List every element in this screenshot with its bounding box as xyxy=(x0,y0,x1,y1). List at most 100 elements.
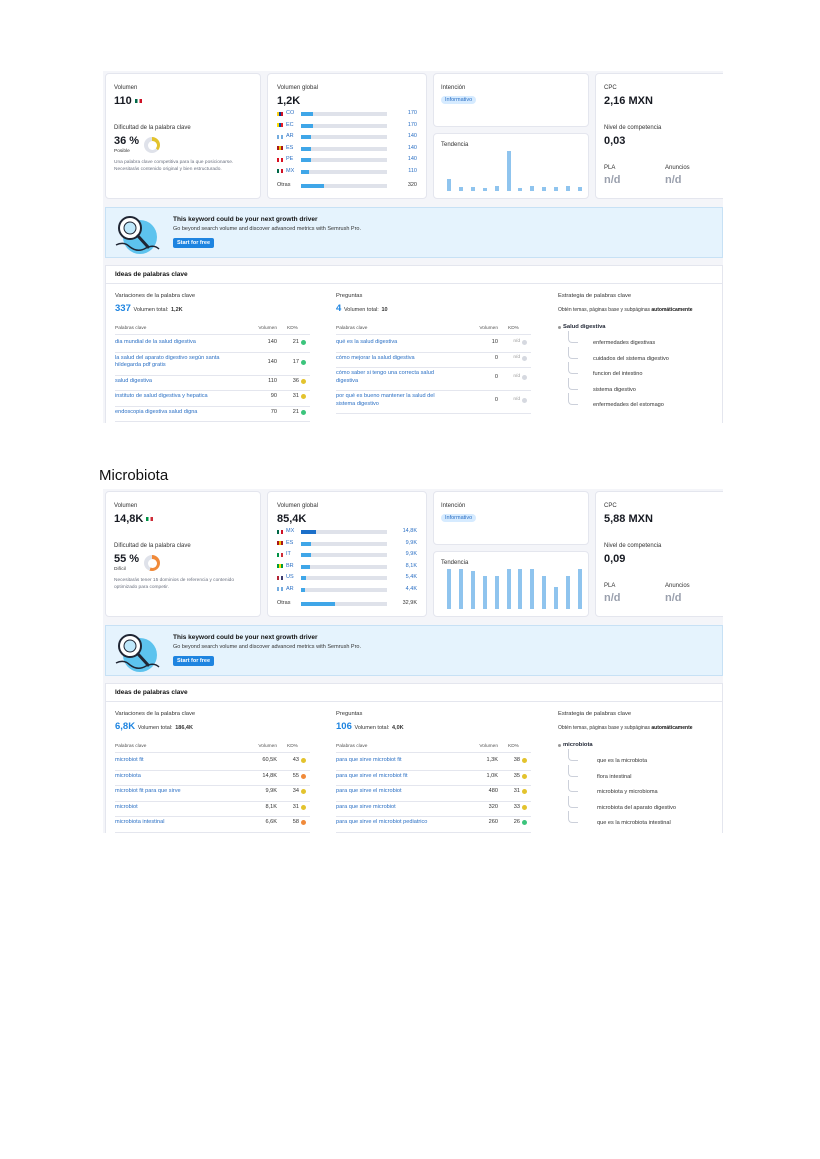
column-header-kd[interactable]: KD% xyxy=(287,744,298,749)
country-code[interactable]: ES xyxy=(286,540,293,546)
country-code[interactable]: AR xyxy=(286,133,294,139)
divider xyxy=(115,785,310,786)
country-code[interactable]: ES xyxy=(286,145,293,151)
country-code[interactable]: BR xyxy=(286,563,294,569)
keyword-link[interactable]: microbiota xyxy=(115,773,243,781)
column-header-volume[interactable]: Volumen xyxy=(245,326,277,331)
country-row[interactable]: MX 14,8K xyxy=(277,528,427,535)
difficulty-dot-icon xyxy=(301,789,306,794)
divider xyxy=(336,831,531,833)
column-header-keywords[interactable]: Palabras clave xyxy=(336,326,367,331)
keyword-link[interactable]: cómo saber si tengo una correcta salud d… xyxy=(336,370,454,385)
questions-count[interactable]: 106 Volumen total: 4,0K xyxy=(336,721,404,732)
keyword-link[interactable]: microbiota intestinal xyxy=(115,819,243,827)
strategy-root-topic[interactable]: microbiota xyxy=(563,742,593,748)
keyword-link[interactable]: la salud del aparato digestivo según san… xyxy=(115,355,243,370)
strategy-subtopic[interactable]: microbiota y microbioma xyxy=(597,789,658,795)
strategy-description: Obtén temas, páginas base y subpáginas a… xyxy=(558,725,693,731)
start-for-free-button[interactable]: Start for free xyxy=(173,238,215,248)
keyword-volume: 480 xyxy=(488,788,498,794)
country-code[interactable]: AR xyxy=(286,586,294,592)
column-header-volume[interactable]: Volumen xyxy=(466,326,498,331)
country-row[interactable]: BR 8,1K xyxy=(277,563,427,570)
column-header-volume[interactable]: Volumen xyxy=(245,744,277,749)
tree-connector xyxy=(568,795,578,808)
column-header-keywords[interactable]: Palabras clave xyxy=(115,744,146,749)
difficulty-dot-icon xyxy=(301,394,306,399)
column-header-keywords[interactable]: Palabras clave xyxy=(115,326,146,331)
strategy-subtopic[interactable]: sistema digestivo xyxy=(593,387,636,393)
country-volume-bar xyxy=(301,530,387,534)
trend-bar xyxy=(578,187,582,191)
strategy-subtopic[interactable]: flora intestinal xyxy=(597,774,632,780)
country-row[interactable]: ES 140 xyxy=(277,145,427,152)
country-code[interactable]: US xyxy=(286,574,294,580)
country-code[interactable]: MX xyxy=(286,168,294,174)
trend-bar xyxy=(530,185,535,191)
column-header-keywords[interactable]: Palabras clave xyxy=(336,744,367,749)
keyword-link[interactable]: microbiot fit xyxy=(115,757,243,765)
variations-count-value[interactable]: 6,8K xyxy=(115,721,135,732)
variations-count[interactable]: 337 Volumen total: 1,2K xyxy=(115,303,183,314)
country-row[interactable]: IT 9,9K xyxy=(277,551,427,558)
strategy-subtopic[interactable]: enfermedades del estomago xyxy=(593,402,664,408)
country-volume-bar xyxy=(301,587,387,592)
country-flag-icon xyxy=(277,529,283,534)
country-code[interactable]: EC xyxy=(286,122,294,128)
country-row[interactable]: US 5,4K xyxy=(277,574,427,581)
strategy-subtopic[interactable]: funcion del intestino xyxy=(593,371,642,377)
country-code[interactable]: PE xyxy=(286,156,293,162)
country-code[interactable]: IT xyxy=(286,551,291,557)
strategy-subtopic[interactable]: microbiota del aparato digestivo xyxy=(597,805,676,811)
country-volume-bar-fill xyxy=(301,553,312,557)
strategy-subtopic[interactable]: que es la microbiota intestinal xyxy=(597,820,671,826)
keyword-link[interactable]: por qué es bueno mantener la salud del s… xyxy=(336,393,454,408)
strategy-root-topic[interactable]: Salud digestiva xyxy=(563,324,606,330)
divider xyxy=(336,785,531,786)
strategy-subtopic[interactable]: cuidados del sistema digestivo xyxy=(593,356,669,362)
country-code[interactable]: CO xyxy=(286,110,294,116)
keyword-link[interactable]: cómo mejorar la salud digestiva xyxy=(336,355,454,363)
column-header-kd[interactable]: KD% xyxy=(508,744,519,749)
keyword-link[interactable]: para que sirve el microbiot pediatrico xyxy=(336,819,454,827)
column-header-volume[interactable]: Volumen xyxy=(466,744,498,749)
country-row[interactable]: ES 9,9K xyxy=(277,540,427,547)
keyword-link[interactable]: para que sirve microbiot fit xyxy=(336,757,454,765)
keyword-link[interactable]: microbiot fit para que sirve xyxy=(115,788,243,796)
column-header-kd[interactable]: KD% xyxy=(287,326,298,331)
strategy-subtopic[interactable]: enfermedades digestivas xyxy=(593,340,655,346)
country-code[interactable]: MX xyxy=(286,528,294,534)
trend-bar xyxy=(470,571,475,609)
country-row[interactable]: MX 110 xyxy=(277,168,427,175)
keyword-link[interactable]: para que sirve microbiot xyxy=(336,804,454,812)
start-for-free-button[interactable]: Start for free xyxy=(173,656,215,666)
country-volume-bar-fill xyxy=(301,135,312,139)
trend-bar xyxy=(518,188,523,191)
country-row[interactable]: AR 140 xyxy=(277,133,427,140)
pla-label: PLA xyxy=(604,583,616,589)
keyword-link[interactable]: dia mundial de la salud digestiva xyxy=(115,339,243,347)
questions-count[interactable]: 4 Volumen total: 10 xyxy=(336,303,388,314)
other-label: Otras xyxy=(277,600,291,606)
column-header-kd[interactable]: KD% xyxy=(508,326,519,331)
country-row[interactable]: CO 170 xyxy=(277,110,427,117)
country-row[interactable]: PE 140 xyxy=(277,156,427,163)
keyword-link[interactable]: endoscopia digestiva salud digna xyxy=(115,409,243,417)
intent-badge: Informativo xyxy=(441,514,477,522)
keyword-link[interactable]: salud digestiva xyxy=(115,378,243,386)
variations-count-value[interactable]: 337 xyxy=(115,303,131,314)
variations-count[interactable]: 6,8K Volumen total: 186,4K xyxy=(115,721,193,732)
keyword-link[interactable]: instituto de salud digestiva y hepatica xyxy=(115,393,243,401)
keyword-link[interactable]: para que sirve el microbiot xyxy=(336,788,454,796)
country-row[interactable]: AR 4,4K xyxy=(277,586,427,593)
country-volume: 14,8K xyxy=(402,528,417,534)
country-row[interactable]: EC 170 xyxy=(277,122,427,129)
strategy-subtopic[interactable]: que es la microbiota xyxy=(597,758,647,764)
country-flag-icon xyxy=(277,552,283,557)
keyword-link[interactable]: para que sirve el microbiot fit xyxy=(336,773,454,781)
keyword-link[interactable]: microbiot xyxy=(115,804,243,812)
keyword-link[interactable]: qué es la salud digestiva xyxy=(336,339,454,347)
strategy-header: Estrategia de palabras clave xyxy=(558,293,632,299)
questions-count-value[interactable]: 4 xyxy=(336,303,341,314)
questions-count-value[interactable]: 106 xyxy=(336,721,352,732)
